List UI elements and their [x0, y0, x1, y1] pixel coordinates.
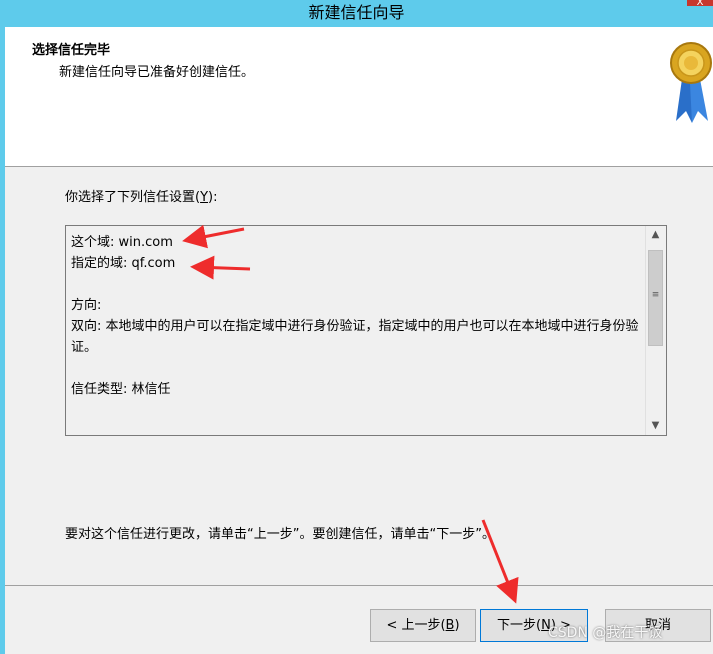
- scrollbar-thumb[interactable]: ≡: [648, 250, 663, 346]
- page-subtitle: 新建信任向导已准备好创建信任。: [59, 65, 255, 80]
- settings-summary-text: 这个域: win.com 指定的域: qf.com 方向: 双向: 本地域中的用…: [71, 235, 639, 397]
- divider: [5, 585, 713, 586]
- watermark: CSDN @我在干饭: [548, 625, 663, 641]
- vertical-scrollbar[interactable]: ▲ ≡ ▼: [645, 226, 666, 435]
- settings-label: 你选择了下列信任设置(Y):: [65, 190, 218, 205]
- window-title: 新建信任向导: [308, 3, 405, 22]
- instruction-text: 要对这个信任进行更改，请单击“上一步”。要创建信任，请单击“下一步”。: [65, 527, 495, 542]
- certificate-medal-icon: [670, 42, 712, 123]
- scroll-up-icon[interactable]: ▲: [646, 226, 665, 244]
- page-title: 选择信任完毕: [32, 43, 111, 58]
- title-bar: 新建信任向导 X: [0, 0, 713, 27]
- settings-summary-textbox[interactable]: 这个域: win.com 指定的域: qf.com 方向: 双向: 本地域中的用…: [65, 225, 667, 436]
- close-icon[interactable]: X: [687, 0, 713, 6]
- scroll-down-icon[interactable]: ▼: [646, 417, 665, 435]
- grip-icon: ≡: [651, 290, 660, 300]
- back-button[interactable]: < 上一步(B): [370, 609, 476, 642]
- wizard-header: 选择信任完毕 新建信任向导已准备好创建信任。: [5, 27, 713, 167]
